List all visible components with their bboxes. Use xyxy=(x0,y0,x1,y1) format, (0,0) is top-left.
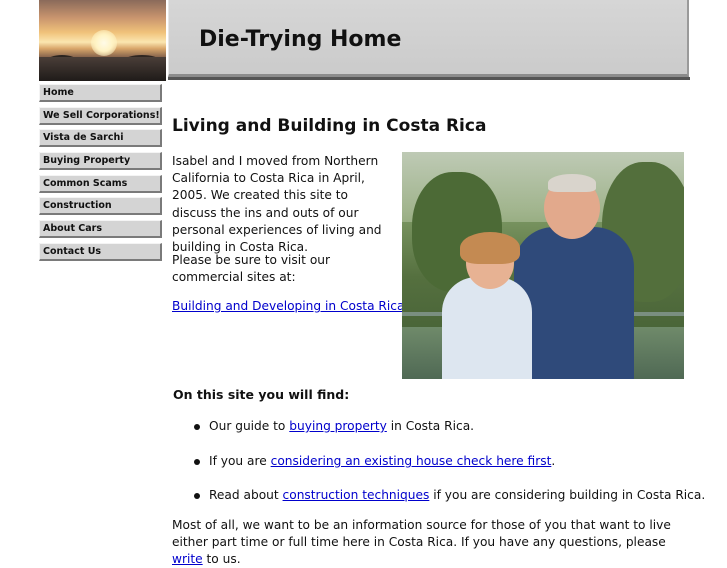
text-segment: . xyxy=(551,454,556,468)
text-segment: if you are considering building in Costa… xyxy=(429,488,706,502)
building-developing-link[interactable]: Building and Developing in Costa Rica xyxy=(172,299,404,313)
text-segment: If you are xyxy=(209,454,271,468)
text-segment: Read about xyxy=(209,488,283,502)
sun-shape xyxy=(91,30,117,56)
existing-house-link[interactable]: considering an existing house check here… xyxy=(271,454,552,468)
text-segment: Our guide to xyxy=(209,419,290,433)
nav-button-common-scams[interactable]: Common Scams xyxy=(39,174,162,193)
write-link[interactable]: write xyxy=(172,552,203,566)
photo-woman xyxy=(442,277,532,379)
sunset-logo-image xyxy=(39,0,166,81)
list-item-text: If you are considering an existing house… xyxy=(209,454,555,468)
text-segment: in Costa Rica. xyxy=(386,419,475,433)
bullet-icon xyxy=(194,493,200,499)
nav-label: Buying Property xyxy=(43,155,131,167)
header-divider xyxy=(168,77,690,80)
bullet-icon xyxy=(194,424,200,430)
page-title: Living and Building in Costa Rica xyxy=(172,116,487,136)
nav-label: We Sell Corporations! xyxy=(43,109,160,121)
nav-button-we-sell-corporations[interactable]: We Sell Corporations! xyxy=(39,106,162,125)
list-item-text: Read about construction techniques if yo… xyxy=(209,488,705,502)
text-segment: Most of all, we want to be an informatio… xyxy=(172,518,671,549)
couple-photo xyxy=(402,152,684,379)
nav-label: Common Scams xyxy=(43,177,128,189)
site-contents-heading: On this site you will find: xyxy=(173,387,350,402)
site-title: Die-Trying Home xyxy=(199,27,402,52)
nav-button-vista-de-sarchi[interactable]: Vista de Sarchi xyxy=(39,129,162,148)
closing-paragraph: Most of all, we want to be an informatio… xyxy=(172,517,682,568)
nav-button-home[interactable]: Home xyxy=(39,84,162,102)
construction-techniques-link[interactable]: construction techniques xyxy=(283,488,430,502)
nav-button-buying-property[interactable]: Buying Property xyxy=(39,152,162,171)
buying-property-link[interactable]: buying property xyxy=(289,419,387,433)
text-segment: to us. xyxy=(202,552,241,566)
photo-woman-hair xyxy=(460,232,520,264)
photo-man-hair xyxy=(548,174,596,192)
nav-label: Home xyxy=(43,87,74,98)
nav-button-contact-us[interactable]: Contact Us xyxy=(39,242,162,261)
nav-label: Vista de Sarchi xyxy=(43,132,124,144)
nav-label: Contact Us xyxy=(43,245,102,257)
intro-paragraph: Isabel and I moved from Northern Califor… xyxy=(172,154,382,255)
visit-paragraph: Please be sure to visit our commercial s… xyxy=(172,253,331,285)
shore-shape xyxy=(39,57,166,81)
nav-label: About Cars xyxy=(43,223,103,235)
site-header: Die-Trying Home xyxy=(168,0,689,77)
bullet-icon xyxy=(194,459,200,465)
photo-man xyxy=(514,227,634,379)
nav-button-construction[interactable]: Construction xyxy=(39,197,162,216)
nav-button-about-cars[interactable]: About Cars xyxy=(39,220,162,239)
nav-label: Construction xyxy=(43,200,112,212)
list-item-text: Our guide to buying property in Costa Ri… xyxy=(209,419,474,433)
sidebar-nav: Home We Sell Corporations! Vista de Sarc… xyxy=(39,84,162,266)
